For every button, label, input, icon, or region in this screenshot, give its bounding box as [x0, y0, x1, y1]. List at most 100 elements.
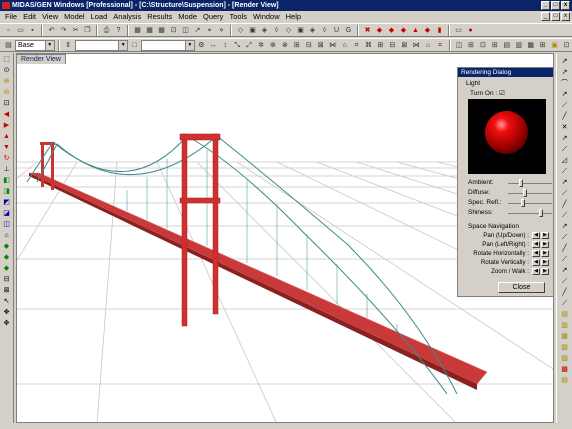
tool-icon[interactable]: ▥: [513, 40, 524, 51]
shiness-slider[interactable]: Shiness:: [468, 209, 552, 217]
lock-icon[interactable]: ▣: [549, 40, 560, 51]
draw-tool-icon[interactable]: ↗: [559, 57, 570, 67]
redo-icon[interactable]: ↷: [58, 25, 69, 36]
tool-icon[interactable]: ⌂: [339, 40, 350, 51]
tool-icon[interactable]: ⌗: [435, 40, 446, 51]
mdi-minimize-button[interactable]: _: [541, 12, 550, 21]
filter-combo[interactable]: ▼: [74, 39, 129, 51]
mdi-close-button[interactable]: x: [561, 12, 570, 21]
draw-tool-icon[interactable]: ╱: [559, 288, 570, 298]
tool-icon[interactable]: ▣: [247, 25, 258, 36]
view-icon[interactable]: ⊥: [1, 165, 12, 175]
pan-up-icon[interactable]: ▲: [1, 132, 12, 142]
tool-icon[interactable]: ◈: [259, 25, 270, 36]
print-icon[interactable]: ⎙: [101, 25, 112, 36]
draw-tool-icon[interactable]: ↗: [559, 68, 570, 78]
view-icon[interactable]: ⌂: [1, 231, 12, 241]
draw-icon[interactable]: ↗: [192, 25, 203, 36]
menu-help[interactable]: Help: [283, 12, 304, 21]
tool-icon[interactable]: ⊕: [268, 40, 279, 51]
palette-icon[interactable]: ●: [465, 25, 476, 36]
draw-tool-icon[interactable]: ✕: [559, 123, 570, 133]
tool-icon[interactable]: U: [331, 25, 342, 36]
menu-tools[interactable]: Tools: [226, 12, 250, 21]
table-icon[interactable]: ▨: [559, 354, 570, 364]
save-icon[interactable]: ▪: [27, 25, 38, 36]
copy-icon[interactable]: ❐: [82, 25, 93, 36]
draw-tool-icon[interactable]: ╱: [559, 112, 570, 122]
nav-right-icon[interactable]: ▶: [541, 268, 549, 275]
tool-icon[interactable]: ⋈: [327, 40, 338, 51]
tool-icon[interactable]: ◫: [454, 40, 465, 51]
tool-icon[interactable]: ◊: [271, 25, 282, 36]
table-icon[interactable]: ▧: [559, 343, 570, 353]
view-icon[interactable]: ◩: [1, 198, 12, 208]
tool-icon[interactable]: ⤡: [232, 40, 243, 51]
view-icon[interactable]: ◪: [1, 209, 12, 219]
tool-icon[interactable]: ⊠: [399, 40, 410, 51]
node-icon[interactable]: ⊡: [168, 25, 179, 36]
view-icon[interactable]: ◨: [1, 187, 12, 197]
view-icon[interactable]: ◆: [1, 264, 12, 274]
draw-tool-icon[interactable]: ╱: [559, 200, 570, 210]
view-icon[interactable]: ⊠: [1, 286, 12, 296]
menu-analysis[interactable]: Analysis: [110, 12, 144, 21]
draw-tool-icon[interactable]: ◿: [559, 156, 570, 166]
rotate-icon[interactable]: ↻: [1, 154, 12, 164]
view-icon[interactable]: ◫: [1, 220, 12, 230]
close-button[interactable]: x: [561, 1, 570, 10]
tool-icon[interactable]: ⊗: [279, 40, 290, 51]
grid-icon[interactable]: ▦: [156, 25, 167, 36]
pointer-icon[interactable]: ↖: [1, 297, 12, 307]
zoom-out-icon[interactable]: ⊖: [1, 88, 12, 98]
nav-right-icon[interactable]: ▶: [541, 259, 549, 266]
table-icon[interactable]: ▤: [559, 376, 570, 386]
tool-icon[interactable]: ⚙: [196, 40, 207, 51]
tool-icon[interactable]: ◈: [307, 25, 318, 36]
tool-icon[interactable]: ↕: [220, 40, 231, 51]
tool-icon[interactable]: ⊞: [537, 40, 548, 51]
diffuse-slider[interactable]: Diffuse:: [468, 189, 552, 197]
minimize-button[interactable]: _: [541, 1, 550, 10]
render-icon[interactable]: ◆: [398, 25, 409, 36]
tool-icon[interactable]: ↔: [208, 40, 219, 51]
cut-icon[interactable]: ✂: [70, 25, 81, 36]
slider-thumb[interactable]: [539, 209, 543, 217]
ambient-slider[interactable]: Ambient:: [468, 179, 552, 187]
zoom-in-icon[interactable]: ⊕: [1, 77, 12, 87]
draw-tool-icon[interactable]: ╱: [559, 244, 570, 254]
nav-right-icon[interactable]: ▶: [541, 232, 549, 239]
tool-icon[interactable]: □: [129, 40, 140, 51]
tool-icon[interactable]: ⋄: [216, 25, 227, 36]
slider-thumb[interactable]: [521, 199, 525, 207]
unit-icon[interactable]: ▤: [3, 40, 14, 51]
table-icon[interactable]: ▩: [559, 365, 570, 375]
pan-down-icon[interactable]: ▼: [1, 143, 12, 153]
tool-icon[interactable]: ◇: [283, 25, 294, 36]
mdi-restore-button[interactable]: □: [551, 12, 560, 21]
chevron-down-icon[interactable]: ▼: [44, 40, 54, 50]
base-combo[interactable]: Base ▼: [14, 39, 55, 51]
view-icon[interactable]: ⊟: [1, 275, 12, 285]
draw-tool-icon[interactable]: ⟋: [559, 189, 570, 199]
tool-icon[interactable]: ⌘: [363, 40, 374, 51]
tool-icon[interactable]: ⊞: [489, 40, 500, 51]
draw-tool-icon[interactable]: ⟋: [559, 145, 570, 155]
view-icon[interactable]: ◧: [1, 176, 12, 186]
select-combo[interactable]: ▼: [141, 39, 195, 51]
nav-left-icon[interactable]: ◀: [532, 241, 540, 248]
view-icon[interactable]: ◆: [1, 242, 12, 252]
tool-icon[interactable]: ⌂: [423, 40, 434, 51]
menu-model[interactable]: Model: [61, 12, 87, 21]
grid-icon[interactable]: ▦: [144, 25, 155, 36]
tool-icon[interactable]: ⊞: [291, 40, 302, 51]
move-icon[interactable]: ✥: [1, 308, 12, 318]
tool-icon[interactable]: ⇕: [63, 40, 74, 51]
menu-results[interactable]: Results: [144, 12, 175, 21]
tool-icon[interactable]: ▤: [501, 40, 512, 51]
chevron-down-icon[interactable]: ▼: [118, 40, 128, 50]
render-icon[interactable]: ▲: [410, 25, 421, 36]
menu-query[interactable]: Query: [200, 12, 226, 21]
grid-icon[interactable]: ▦: [132, 25, 143, 36]
draw-tool-icon[interactable]: ⟋: [559, 255, 570, 265]
